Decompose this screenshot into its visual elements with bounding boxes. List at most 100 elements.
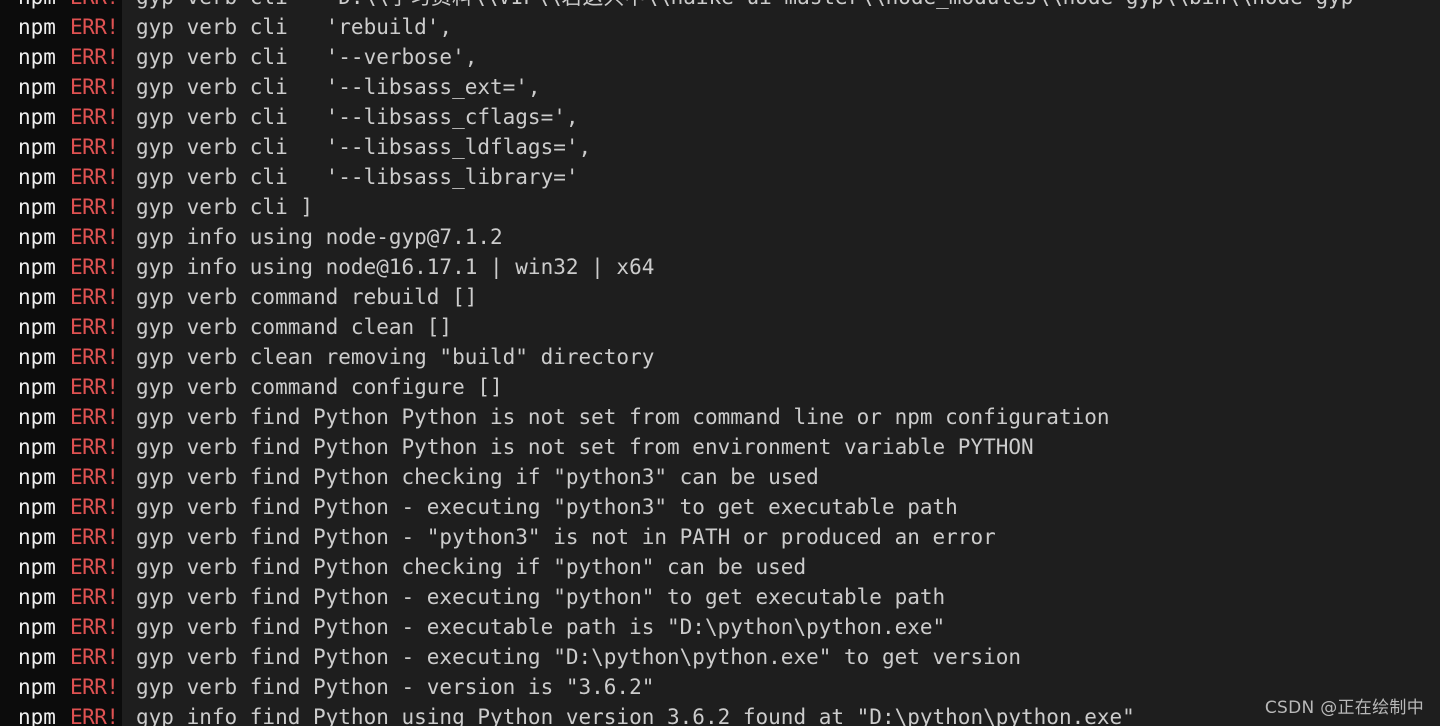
- log-message: gyp verb clean removing "build" director…: [136, 345, 655, 369]
- npm-prefix: npm: [0, 522, 70, 552]
- log-message: gyp verb find Python - executing "D:\pyt…: [136, 645, 1022, 669]
- npm-prefix: npm: [0, 102, 70, 132]
- log-message: gyp verb command configure []: [136, 375, 503, 399]
- npm-prefix: npm: [0, 612, 70, 642]
- log-line: npm ERR! gyp verb command rebuild []: [0, 282, 1353, 312]
- err-prefix: ERR!: [70, 342, 122, 372]
- npm-prefix: npm: [0, 222, 70, 252]
- err-prefix: ERR!: [70, 462, 122, 492]
- err-prefix: ERR!: [70, 102, 122, 132]
- err-prefix: ERR!: [70, 492, 122, 522]
- npm-prefix: npm: [0, 0, 70, 12]
- log-message: gyp verb cli 'rebuild',: [136, 15, 453, 39]
- log-line: npm ERR! gyp verb command clean []: [0, 312, 1353, 342]
- log-line: npm ERR! gyp verb find Python checking if …: [0, 552, 1353, 582]
- log-message: gyp verb cli '--libsass_cflags=',: [136, 105, 579, 129]
- log-line: npm ERR! gyp verb cli '--libsass_ldflags='…: [0, 132, 1353, 162]
- err-prefix: ERR!: [70, 0, 122, 12]
- log-lines: npmERR!gyp verb cli 'D:\\学习资料\\VIP\\若这只中…: [0, 0, 1353, 726]
- log-message: gyp verb find Python - executing "python…: [136, 495, 958, 519]
- err-prefix: ERR!: [70, 372, 122, 402]
- npm-prefix: npm: [0, 372, 70, 402]
- log-message: gyp verb find Python - executing "python…: [136, 585, 946, 609]
- npm-prefix: npm: [0, 432, 70, 462]
- npm-prefix: npm: [0, 162, 70, 192]
- err-prefix: ERR!: [70, 552, 122, 582]
- err-prefix: ERR!: [70, 612, 122, 642]
- npm-prefix: npm: [0, 192, 70, 222]
- err-prefix: ERR!: [70, 12, 122, 42]
- err-prefix: ERR!: [70, 432, 122, 462]
- npm-prefix: npm: [0, 462, 70, 492]
- log-line: npm ERR! gyp info using node@16.17.1 | win…: [0, 252, 1353, 282]
- terminal-output[interactable]: npmERR!gyp verb cli 'D:\\学习资料\\VIP\\若这只中…: [0, 0, 1440, 726]
- err-prefix: ERR!: [70, 702, 122, 726]
- log-line: npm ERR! gyp verb find Python - executing …: [0, 642, 1353, 672]
- log-message: gyp verb cli 'D:\\学习资料\\VIP\\若这只中\\haike…: [122, 0, 1353, 12]
- log-message: gyp verb cli ]: [136, 195, 314, 219]
- log-line: npm ERR! gyp info find Python using Python…: [0, 702, 1353, 726]
- log-message: gyp verb cli '--libsass_library=': [136, 165, 579, 189]
- log-line: npm ERR! gyp verb find Python - executable…: [0, 612, 1353, 642]
- npm-prefix: npm: [0, 402, 70, 432]
- npm-prefix: npm: [0, 252, 70, 282]
- log-line: npm ERR! gyp verb find Python Python is no…: [0, 402, 1353, 432]
- log-line: npm ERR! gyp verb cli '--libsass_cflags=',: [0, 102, 1353, 132]
- log-message: gyp verb find Python - executable path i…: [136, 615, 946, 639]
- err-prefix: ERR!: [70, 42, 122, 72]
- npm-prefix: npm: [0, 702, 70, 726]
- log-message: gyp verb cli '--libsass_ext=',: [136, 75, 541, 99]
- log-message: gyp verb command rebuild []: [136, 285, 478, 309]
- log-line: npm ERR! gyp verb cli 'rebuild',: [0, 12, 1353, 42]
- watermark: CSDN @正在绘制中: [1264, 698, 1424, 718]
- log-message: gyp info find Python using Python versio…: [136, 705, 1135, 726]
- log-line: npm ERR! gyp verb cli ]: [0, 192, 1353, 222]
- err-prefix: ERR!: [70, 672, 122, 702]
- log-message: gyp verb find Python checking if "python…: [136, 555, 807, 579]
- log-line: npm ERR! gyp verb clean removing "build" d…: [0, 342, 1353, 372]
- npm-prefix: npm: [0, 282, 70, 312]
- log-line: npm ERR! gyp verb find Python checking if …: [0, 462, 1353, 492]
- npm-prefix: npm: [0, 312, 70, 342]
- log-message: gyp verb find Python Python is not set f…: [136, 405, 1110, 429]
- log-line: npm ERR! gyp verb cli '--libsass_library=': [0, 162, 1353, 192]
- log-message: gyp verb cli '--verbose',: [136, 45, 478, 69]
- log-line: npm ERR! gyp verb find Python - executing …: [0, 582, 1353, 612]
- err-prefix: ERR!: [70, 192, 122, 222]
- log-line: npm ERR! gyp verb cli '--libsass_ext=',: [0, 72, 1353, 102]
- log-message: gyp verb find Python - version is "3.6.2…: [136, 675, 655, 699]
- npm-prefix: npm: [0, 642, 70, 672]
- err-prefix: ERR!: [70, 252, 122, 282]
- err-prefix: ERR!: [70, 282, 122, 312]
- npm-prefix: npm: [0, 42, 70, 72]
- npm-prefix: npm: [0, 72, 70, 102]
- npm-prefix: npm: [0, 552, 70, 582]
- npm-prefix: npm: [0, 12, 70, 42]
- npm-prefix: npm: [0, 342, 70, 372]
- err-prefix: ERR!: [70, 222, 122, 252]
- log-message: gyp info using node@16.17.1 | win32 | x6…: [136, 255, 655, 279]
- err-prefix: ERR!: [70, 642, 122, 672]
- err-prefix: ERR!: [70, 132, 122, 162]
- err-prefix: ERR!: [70, 582, 122, 612]
- log-message: gyp verb cli '--libsass_ldflags=',: [136, 135, 592, 159]
- log-line: npm ERR! gyp info using node-gyp@7.1.2: [0, 222, 1353, 252]
- log-line: npm ERR! gyp verb find Python - executing …: [0, 492, 1353, 522]
- err-prefix: ERR!: [70, 402, 122, 432]
- npm-prefix: npm: [0, 132, 70, 162]
- log-line: npm ERR! gyp verb find Python - "python3" …: [0, 522, 1353, 552]
- err-prefix: ERR!: [70, 522, 122, 552]
- err-prefix: ERR!: [70, 72, 122, 102]
- log-line: npm ERR! gyp verb find Python Python is no…: [0, 432, 1353, 462]
- npm-prefix: npm: [0, 672, 70, 702]
- log-message: gyp info using node-gyp@7.1.2: [136, 225, 503, 249]
- log-line: npm ERR! gyp verb find Python - version is…: [0, 672, 1353, 702]
- log-message: gyp verb find Python checking if "python…: [136, 465, 819, 489]
- log-message: gyp verb find Python Python is not set f…: [136, 435, 1034, 459]
- npm-prefix: npm: [0, 492, 70, 522]
- log-line: npm ERR! gyp verb command configure []: [0, 372, 1353, 402]
- log-line: npm ERR! gyp verb cli '--verbose',: [0, 42, 1353, 72]
- log-message: gyp verb command clean []: [136, 315, 453, 339]
- log-line: npmERR!gyp verb cli 'D:\\学习资料\\VIP\\若这只中…: [0, 0, 1353, 12]
- log-message: gyp verb find Python - "python3" is not …: [136, 525, 996, 549]
